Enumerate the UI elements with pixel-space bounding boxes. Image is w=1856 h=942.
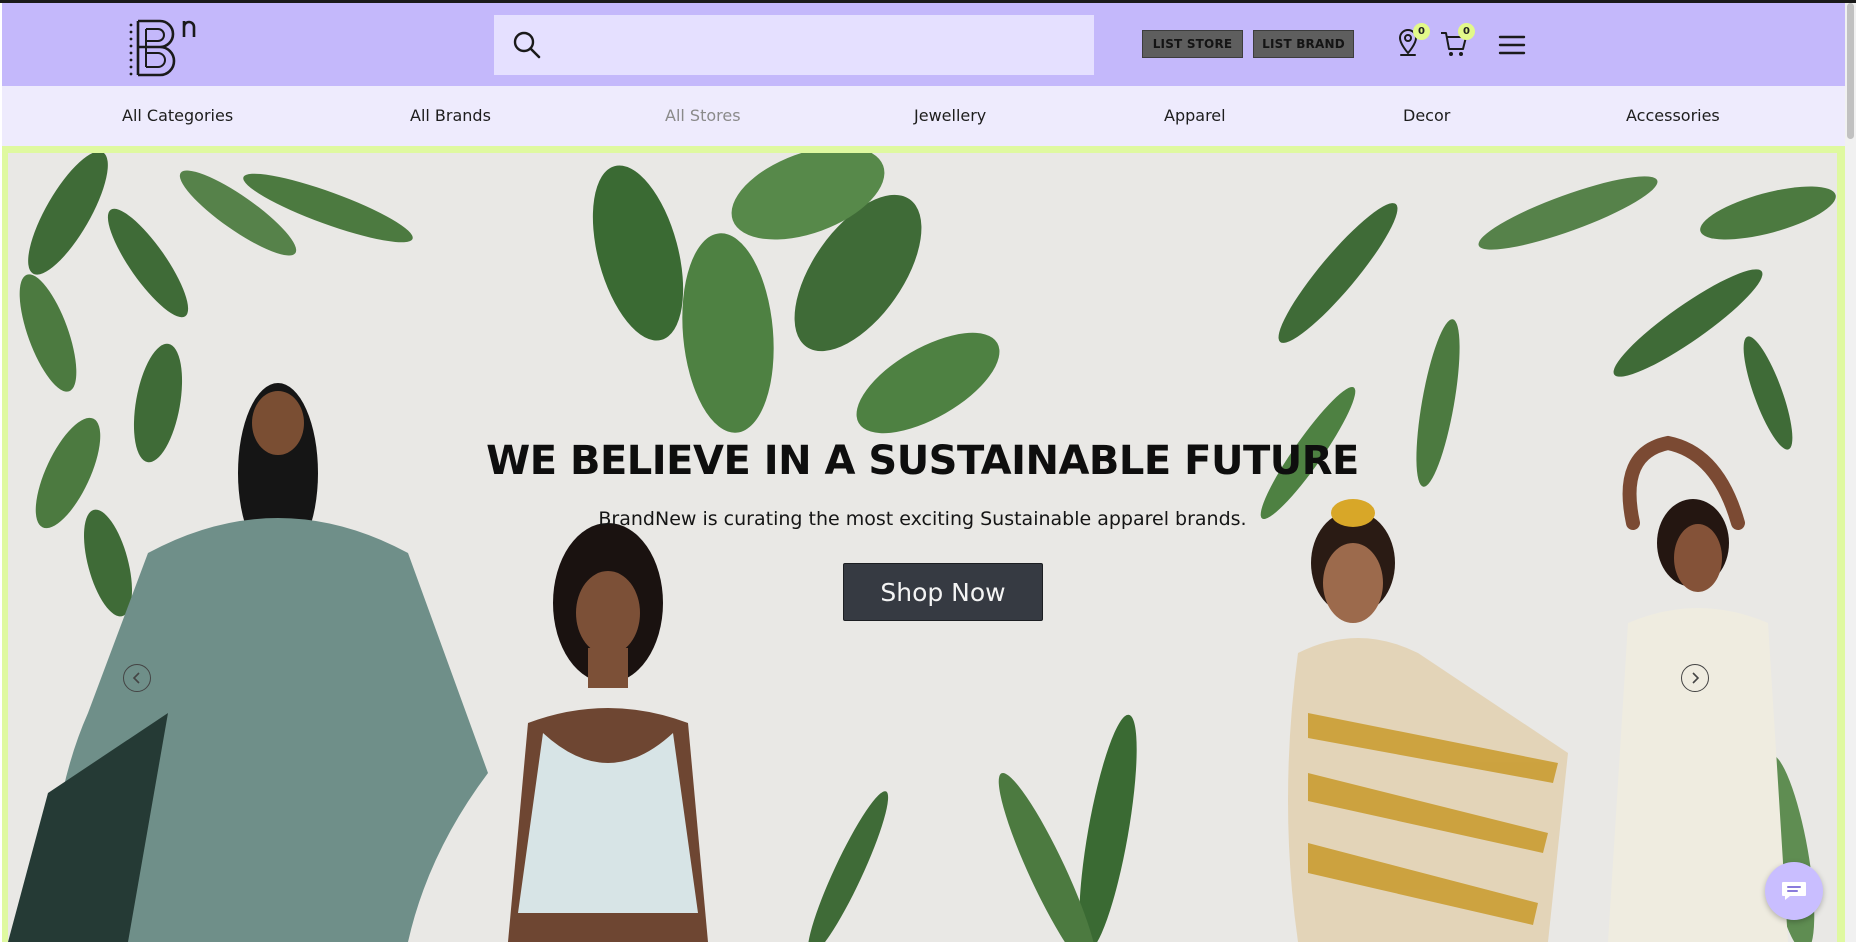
hero-banner: WE BELIEVE IN A SUSTAINABLE FUTURE Brand…	[8, 153, 1837, 942]
chevron-right-icon	[1692, 672, 1700, 684]
site-header: LIST STORE LIST BRAND 0 0	[2, 3, 1845, 86]
search-icon[interactable]	[512, 30, 542, 60]
list-brand-button[interactable]: LIST BRAND	[1253, 30, 1354, 58]
carousel-prev-button[interactable]	[123, 664, 151, 692]
nav-item-accessories[interactable]: Accessories	[1626, 106, 1720, 125]
hamburger-menu-icon[interactable]	[1498, 33, 1526, 57]
hero-background-image	[8, 153, 1836, 942]
hero-title: WE BELIEVE IN A SUSTAINABLE FUTURE	[486, 438, 1359, 484]
page-scrollbar[interactable]	[1845, 3, 1856, 942]
hero-subtitle: BrandNew is curating the most exciting S…	[598, 508, 1247, 530]
search-input[interactable]	[542, 15, 1094, 75]
nav-item-decor[interactable]: Decor	[1403, 106, 1450, 125]
cart-button[interactable]: 0	[1439, 23, 1475, 63]
nav-item-apparel[interactable]: Apparel	[1164, 106, 1226, 125]
search-bar	[494, 15, 1094, 75]
list-store-button[interactable]: LIST STORE	[1142, 30, 1243, 58]
brandnew-logo[interactable]	[126, 15, 202, 81]
nav-item-all-stores[interactable]: All Stores	[665, 106, 741, 125]
chat-bubble-icon	[1782, 882, 1806, 900]
category-nav: All Categories All Brands All Stores Jew…	[2, 86, 1845, 152]
cart-count-badge: 0	[1458, 23, 1475, 40]
nav-item-all-brands[interactable]: All Brands	[410, 106, 491, 125]
location-count-badge: 0	[1413, 23, 1430, 40]
nav-item-all-categories[interactable]: All Categories	[122, 106, 233, 125]
chevron-left-icon	[132, 672, 140, 684]
location-button[interactable]: 0	[1394, 23, 1430, 63]
nav-item-jewellery[interactable]: Jewellery	[914, 106, 986, 125]
shop-now-button[interactable]: Shop Now	[843, 563, 1043, 621]
carousel-next-button[interactable]	[1681, 664, 1709, 692]
scrollbar-thumb[interactable]	[1847, 3, 1854, 139]
chat-widget-button[interactable]	[1765, 862, 1823, 920]
